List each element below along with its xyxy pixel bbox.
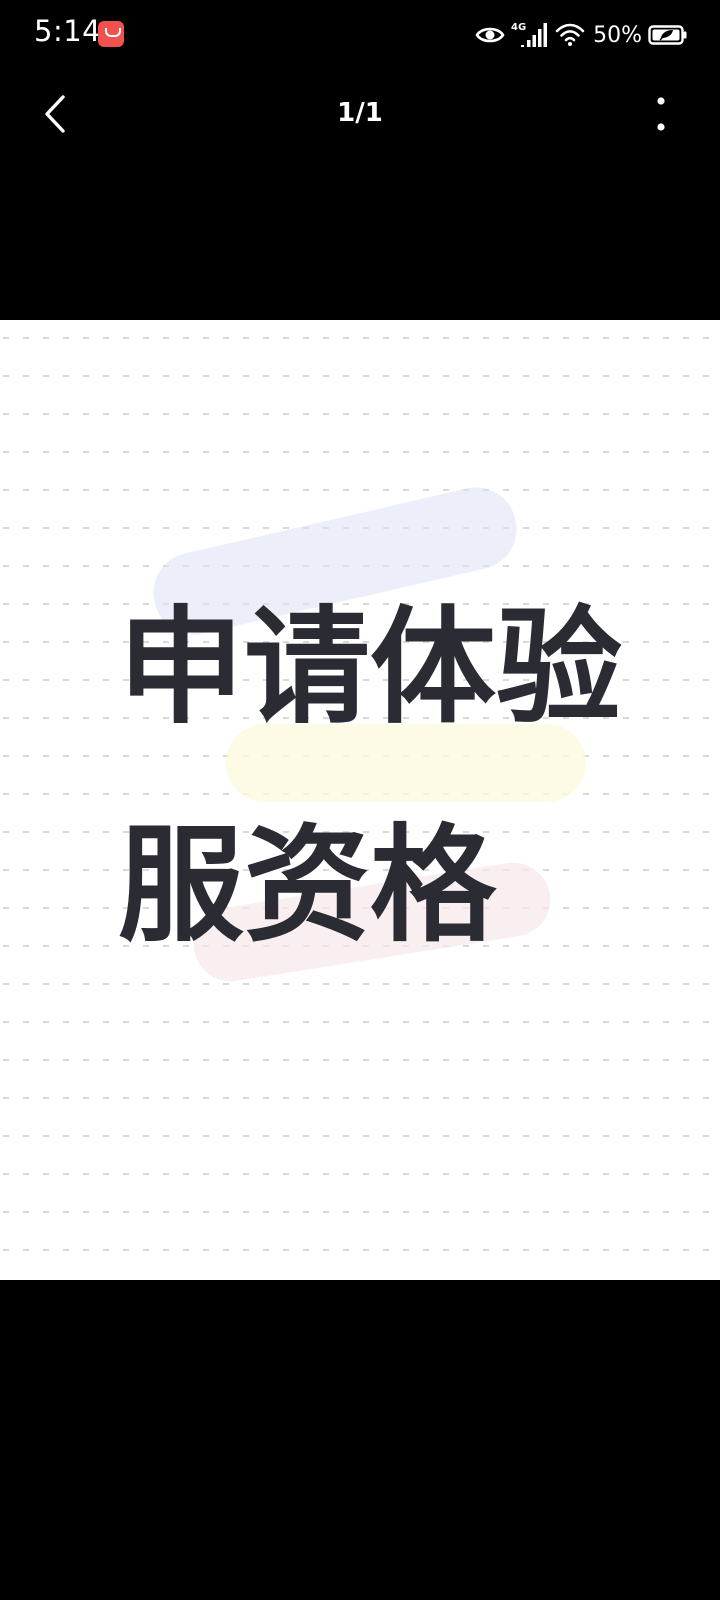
page-counter: 1/1 <box>337 98 383 128</box>
network-type-label: 4G <box>511 22 526 33</box>
status-bar: 5:14 4G 50% <box>0 0 720 70</box>
top-navigation-bar: 1/1 <box>0 78 720 150</box>
headline-line-1: 申请体验 <box>118 594 622 741</box>
status-icons: 4G 50% <box>475 18 688 52</box>
image-viewer-screen: 5:14 4G 50% 1/1 申请体验 服资格 <box>0 0 720 1600</box>
battery-icon <box>648 25 687 45</box>
app-notification-icon <box>98 21 124 47</box>
wifi-icon <box>555 23 585 46</box>
more-options-button[interactable] <box>646 92 676 136</box>
headline-line-2: 服资格 <box>118 812 496 959</box>
battery-percent: 50% <box>593 22 642 48</box>
signal-icon: 4G <box>511 22 548 47</box>
status-time: 5:14 <box>34 14 102 48</box>
displayed-image[interactable]: 申请体验 服资格 <box>0 320 720 1280</box>
eye-icon <box>475 27 505 43</box>
more-vertical-icon <box>657 97 665 131</box>
